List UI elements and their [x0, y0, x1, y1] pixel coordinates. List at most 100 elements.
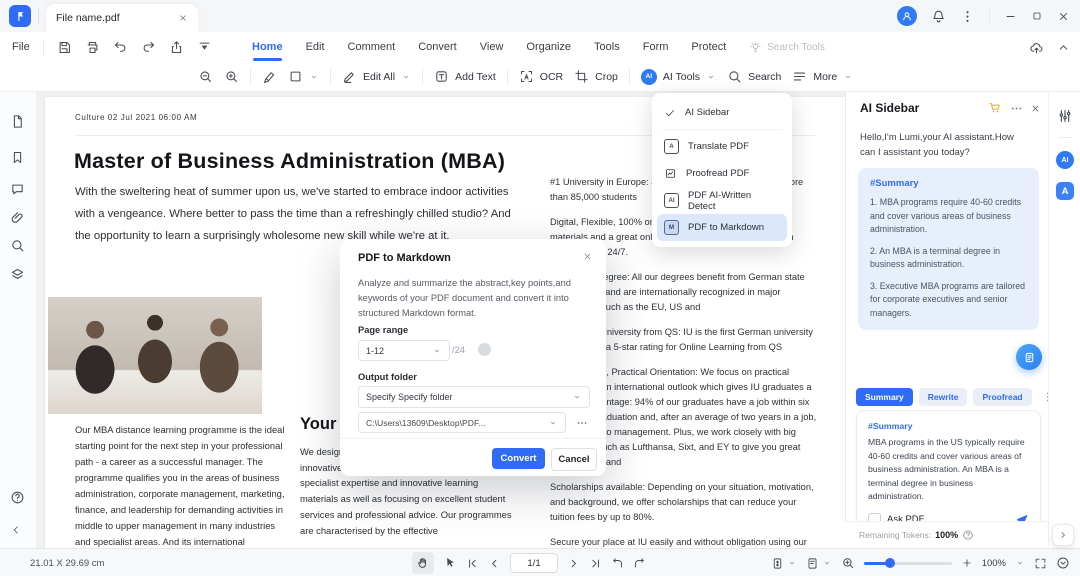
comments-panel-icon[interactable]: [10, 182, 25, 197]
tab-rewrite[interactable]: Rewrite: [918, 388, 968, 406]
add-text-button[interactable]: Add Text: [434, 69, 496, 84]
titlebar-menu-kebab-icon[interactable]: [960, 9, 975, 24]
tab-close-icon[interactable]: [178, 13, 188, 23]
customize-quickbar-icon[interactable]: [197, 40, 212, 55]
zoom-increase-icon[interactable]: [961, 557, 973, 569]
ocr-label: OCR: [539, 70, 564, 83]
next-page-icon[interactable]: [567, 557, 580, 570]
minimize-icon[interactable]: [1004, 10, 1017, 23]
read-mode-icon[interactable]: [1056, 556, 1070, 570]
collapse-toolbar-icon[interactable]: [1057, 41, 1070, 54]
zoom-in-icon[interactable]: [224, 69, 239, 84]
menu-item-proofread-pdf[interactable]: Proofread PDF: [652, 160, 792, 187]
tab-summary[interactable]: Summary: [856, 388, 913, 406]
help-icon[interactable]: [10, 490, 25, 505]
zoom-slider-knob[interactable]: [884, 558, 895, 568]
menu-convert[interactable]: Convert: [418, 41, 457, 53]
document-tab[interactable]: File name.pdf: [46, 4, 198, 32]
bookmarks-panel-icon[interactable]: [10, 150, 25, 165]
page-indicator-input[interactable]: 1/1: [510, 553, 558, 573]
collapse-left-icon[interactable]: [10, 524, 22, 536]
notifications-bell-icon[interactable]: [931, 9, 946, 24]
maximize-icon[interactable]: [1031, 10, 1043, 22]
rotate-left-icon[interactable]: [611, 557, 624, 570]
cloud-upload-icon[interactable]: [1029, 40, 1044, 55]
search-tools[interactable]: Search Tools: [749, 41, 825, 54]
cart-icon[interactable]: [988, 101, 1002, 115]
menu-comment[interactable]: Comment: [348, 41, 396, 53]
chevron-down-icon: [548, 418, 558, 428]
app-logo[interactable]: [9, 5, 31, 27]
redo-icon[interactable]: [141, 40, 156, 55]
ai-tools-button[interactable]: AI AI Tools: [640, 68, 716, 85]
save-icon[interactable]: [57, 40, 72, 55]
fullscreen-icon[interactable]: [1034, 557, 1047, 570]
properties-sliders-icon[interactable]: [1057, 108, 1073, 124]
collapse-sidebar-button[interactable]: [1052, 524, 1074, 546]
first-page-icon[interactable]: [466, 557, 479, 570]
ai-assistant-icon[interactable]: AI: [1056, 151, 1074, 169]
page-range-toggle-dot[interactable]: [478, 343, 491, 356]
zoom-out-icon[interactable]: [198, 69, 213, 84]
menu-tools[interactable]: Tools: [594, 41, 620, 53]
rotate-right-icon[interactable]: [633, 557, 646, 570]
search-panel-icon[interactable]: [10, 238, 25, 253]
page-range-select[interactable]: 1-12: [358, 340, 450, 361]
last-page-icon[interactable]: [589, 557, 602, 570]
share-export-icon[interactable]: [169, 40, 184, 55]
menu-item-translate-pdf[interactable]: A Translate PDF: [652, 133, 792, 160]
select-tool-cursor-icon[interactable]: [443, 556, 457, 570]
thumbnails-panel-icon[interactable]: [10, 114, 25, 129]
previous-page-icon[interactable]: [488, 557, 501, 570]
translate-icon[interactable]: A: [1056, 182, 1074, 200]
crop-button[interactable]: Crop: [574, 69, 618, 84]
tokens-help-icon[interactable]: [962, 529, 974, 541]
ocr-button[interactable]: OCR: [519, 69, 563, 84]
scroll-mode-button[interactable]: [771, 557, 797, 570]
undo-icon[interactable]: [113, 40, 128, 55]
sidebar-more-dots-icon[interactable]: [1010, 102, 1023, 115]
zoom-chevron-down-icon[interactable]: [1015, 558, 1025, 568]
dialog-close-icon[interactable]: [582, 251, 593, 262]
convert-button[interactable]: Convert: [492, 448, 545, 469]
browse-folder-dots-icon[interactable]: [576, 417, 588, 429]
zoom-slider[interactable]: [863, 558, 952, 568]
user-avatar[interactable]: [897, 6, 917, 26]
menu-edit[interactable]: Edit: [306, 41, 325, 53]
edit-all-button[interactable]: Edit All: [342, 69, 411, 84]
menu-home[interactable]: Home: [252, 41, 283, 61]
cancel-button[interactable]: Cancel: [551, 448, 597, 471]
close-window-icon[interactable]: [1057, 10, 1070, 23]
highlighter-icon[interactable]: [262, 69, 277, 84]
search-button[interactable]: Search: [727, 69, 781, 84]
menu-item-ai-sidebar[interactable]: AI Sidebar: [652, 99, 792, 126]
shape-tool-button[interactable]: [288, 69, 319, 84]
more-button[interactable]: More: [792, 69, 853, 84]
print-icon[interactable]: [85, 40, 100, 55]
chevron-down-icon: [706, 72, 716, 82]
ai-circle-icon: AI: [640, 68, 657, 85]
menu-item-pdf-to-markdown[interactable]: M PDF to Markdown: [657, 214, 787, 241]
folder-path-select[interactable]: C:\Users\13609\Desktop\PDF...: [358, 412, 566, 433]
hand-tool-button[interactable]: [412, 552, 434, 574]
menu-protect[interactable]: Protect: [691, 41, 726, 53]
menu-form[interactable]: Form: [643, 41, 669, 53]
tab-proofread[interactable]: Proofread: [973, 388, 1032, 406]
marquee-zoom-icon[interactable]: [841, 556, 855, 570]
output-folder-select[interactable]: Specify Specify folder: [358, 386, 590, 408]
chat-doc-fab-button[interactable]: [1016, 344, 1042, 370]
ocr-icon: [519, 69, 534, 84]
chevron-down-icon: [309, 72, 319, 82]
menubar: File Home Edit Comment Convert View Orga…: [0, 32, 1080, 62]
attachments-panel-icon[interactable]: [10, 211, 25, 226]
chevron-right-icon: [1058, 530, 1068, 540]
article-meta: Culture 02 Jul 2021 06:00 AM: [75, 113, 198, 122]
chevron-down-icon: [572, 392, 582, 402]
page-layout-button[interactable]: [806, 557, 832, 570]
menu-item-ai-written-detect[interactable]: AI PDF AI-Written Detect: [652, 187, 792, 214]
menu-view[interactable]: View: [480, 41, 504, 53]
menu-organize[interactable]: Organize: [526, 41, 571, 53]
layers-panel-icon[interactable]: [10, 267, 25, 282]
file-menu[interactable]: File: [12, 41, 30, 53]
sidebar-close-icon[interactable]: [1030, 103, 1041, 114]
